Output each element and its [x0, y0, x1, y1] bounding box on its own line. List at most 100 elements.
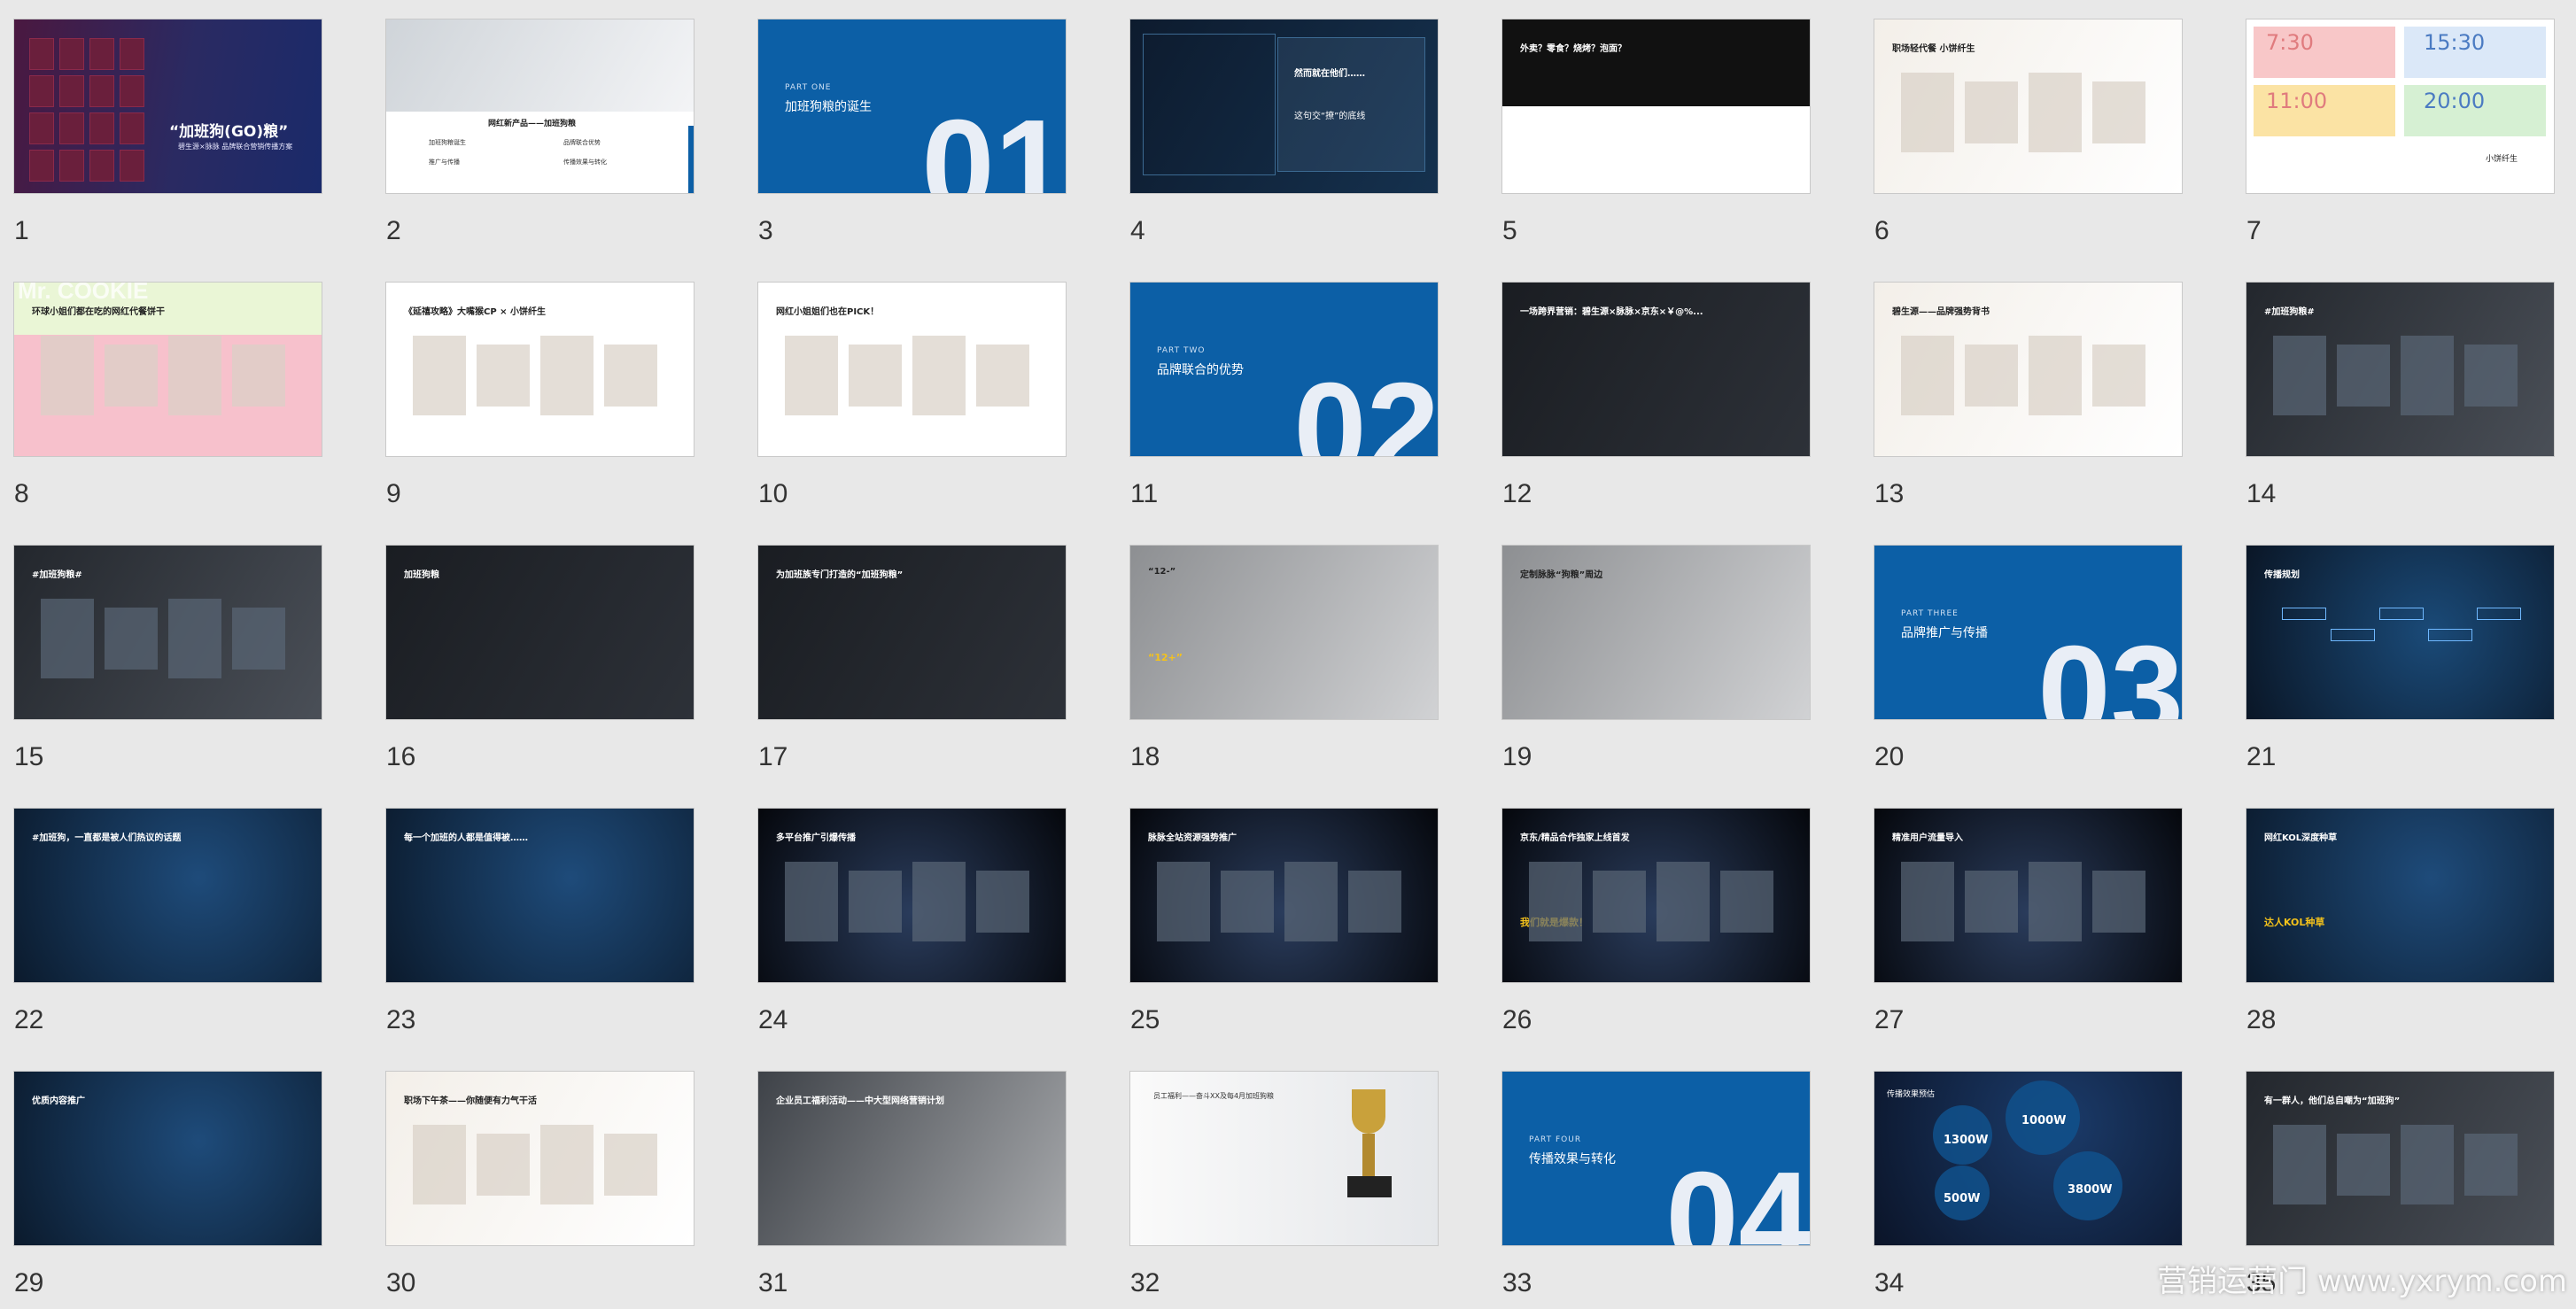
- slide-text: 定制脉脉“狗粮”周边: [1520, 570, 1603, 580]
- slide-thumbnail-12[interactable]: 一场跨界营销：碧生源×脉脉×京东×￥@%... 12: [1502, 283, 1810, 513]
- slide-preview: 加班狗粮: [386, 546, 694, 719]
- slide-text: 精准用户流量导入: [1892, 833, 1963, 843]
- slide-preview: 京东/精品合作独家上线首发我们就是爆款！: [1502, 809, 1810, 982]
- slide-thumbnail-19[interactable]: 定制脉脉“狗粮”周边 19: [1502, 546, 1810, 776]
- slide-text: 11:00: [2266, 89, 2328, 113]
- slide-number: 26: [1502, 1005, 1532, 1034]
- slide-preview: 精准用户流量导入: [1874, 809, 2182, 982]
- slide-thumbnail-5[interactable]: 外卖？零食？烧烤？泡面？ 5: [1502, 19, 1810, 250]
- slide-text: 传播效果与转化: [563, 159, 607, 166]
- slide-number: 1: [14, 216, 29, 245]
- slide-number: 12: [1502, 479, 1532, 508]
- slide-preview: 《延禧攻略》大嘴猴CP × 小饼纤生 Mr. COOKIE: [386, 283, 694, 456]
- slide-thumbnail-9[interactable]: 《延禧攻略》大嘴猴CP × 小饼纤生 Mr. COOKIE 9: [386, 283, 694, 513]
- slide-thumbnail-13[interactable]: 碧生源——品牌强势背书 13: [1874, 283, 2182, 513]
- slide-text: #加班狗粮#: [2264, 307, 2315, 317]
- slide-thumbnail-16[interactable]: 加班狗粮 16: [386, 546, 694, 776]
- slide-preview: 网红小姐姐们也在PICK！: [758, 283, 1066, 456]
- slide-text: 15:30: [2424, 30, 2486, 55]
- slide-number: 10: [758, 479, 788, 508]
- slide-preview: “12-” “12+”: [1130, 546, 1438, 719]
- slide-text: 02: [1293, 356, 1438, 457]
- slide-thumbnail-23[interactable]: 每一个加班的人都是值得被…… 23: [386, 809, 694, 1039]
- slide-thumbnail-4[interactable]: 然而就在他们…… 这句交“撩”的底线 4: [1130, 19, 1438, 250]
- slide-thumbnail-21[interactable]: 传播规划 21: [2246, 546, 2554, 776]
- slide-thumbnail-15[interactable]: #加班狗粮# 15: [14, 546, 322, 776]
- slide-thumbnail-32[interactable]: 员工福利——奋斗XX及每4月加班狗粮 32: [1130, 1072, 1438, 1302]
- slide-number: 14: [2246, 479, 2277, 508]
- slide-text: 03: [2037, 619, 2182, 720]
- slide-preview: 传播效果预估 1300W 1000W 500W 3800W: [1874, 1072, 2182, 1245]
- slide-text: 网红KOL深度种草: [2264, 833, 2338, 843]
- slide-number: 7: [2246, 216, 2262, 245]
- slide-preview: 多平台推广引爆传播: [758, 809, 1066, 982]
- slide-thumbnail-31[interactable]: 企业员工福利活动——中大型网络营销计划 31: [758, 1072, 1066, 1302]
- slide-thumbnail-25[interactable]: 脉脉全站资源强势推广 25: [1130, 809, 1438, 1039]
- slide-number: 6: [1874, 216, 1889, 245]
- slide-number: 33: [1502, 1268, 1532, 1297]
- slide-text: 传播效果与转化: [1529, 1152, 1616, 1166]
- slide-preview: 7:30 15:30 11:00 20:00 小饼纤生: [2246, 19, 2554, 193]
- slide-thumbnail-6[interactable]: 职场轻代餐 小饼纤生 6: [1874, 19, 2182, 250]
- slide-text: 推广与传播: [429, 159, 460, 166]
- slide-thumbnail-1[interactable]: “加班狗(GO)粮” 碧生源×脉脉 品牌联合营销传播方案 1: [14, 19, 322, 250]
- slide-text: 1000W: [2021, 1114, 2067, 1127]
- slide-preview: PART FOUR 传播效果与转化 04: [1502, 1072, 1810, 1245]
- slide-thumbnail-10[interactable]: 网红小姐姐们也在PICK！ 10: [758, 283, 1066, 513]
- slide-number: 27: [1874, 1005, 1905, 1034]
- slide-preview: 每一个加班的人都是值得被……: [386, 809, 694, 982]
- slide-number: 2: [386, 216, 401, 245]
- slide-preview: 网红KOL深度种草 达人KOL种草: [2246, 809, 2554, 982]
- slide-number: 9: [386, 479, 401, 508]
- site-watermark: 营销运营门 www.yxrym.com: [2157, 1264, 2567, 1299]
- slide-number: 3: [758, 216, 773, 245]
- slide-thumbnail-34[interactable]: 传播效果预估 1300W 1000W 500W 3800W 34: [1874, 1072, 2182, 1302]
- slide-text: 环球小姐们都在吃的网红代餐饼干: [32, 307, 165, 317]
- slide-thumbnail-29[interactable]: 优质内容推广 29: [14, 1072, 322, 1302]
- slide-thumbnail-14[interactable]: #加班狗粮# 14: [2246, 283, 2554, 513]
- slide-preview: “加班狗(GO)粮” 碧生源×脉脉 品牌联合营销传播方案: [14, 19, 322, 193]
- slide-thumbnail-18[interactable]: “12-” “12+” 18: [1130, 546, 1438, 776]
- slide-number: 16: [386, 742, 416, 771]
- slide-thumbnail-24[interactable]: 多平台推广引爆传播 24: [758, 809, 1066, 1039]
- slide-number: 17: [758, 742, 788, 771]
- slide-preview: PART THREE 品牌推广与传播 03: [1874, 546, 2182, 719]
- slide-preview: 然而就在他们…… 这句交“撩”的底线: [1130, 19, 1438, 193]
- slide-text: 01: [921, 93, 1066, 194]
- slide-text: 7:30: [2266, 30, 2314, 55]
- slide-thumbnail-7[interactable]: 7:30 15:30 11:00 20:00 小饼纤生 7: [2246, 19, 2554, 250]
- slide-number: 19: [1502, 742, 1532, 771]
- slide-preview: 一场跨界营销：碧生源×脉脉×京东×￥@%...: [1502, 283, 1810, 456]
- slide-text: 每一个加班的人都是值得被……: [404, 833, 528, 843]
- slide-text: PART ONE: [785, 83, 832, 92]
- slide-preview: #加班狗粮#: [2246, 283, 2554, 456]
- slide-number: 11: [1130, 479, 1159, 508]
- slide-thumbnail-8[interactable]: 环球小姐们都在吃的网红代餐饼干 Mr. COOKIE 8: [14, 283, 322, 513]
- slide-number: 23: [386, 1005, 416, 1034]
- slide-text: 3800W: [2068, 1183, 2113, 1197]
- slide-text: 有一群人，他们总自嘲为“加班狗”: [2264, 1096, 2401, 1106]
- slide-preview: 职场下午茶——你随便有力气干活: [386, 1072, 694, 1245]
- slide-thumbnail-11[interactable]: PART TWO 品牌联合的优势 02 11: [1130, 283, 1438, 513]
- slide-thumbnail-17[interactable]: 为加班族专门打造的“加班狗粮” 17: [758, 546, 1066, 776]
- slide-thumbnail-3[interactable]: PART ONE 加班狗粮的诞生 01 3: [758, 19, 1066, 250]
- slide-preview: 优质内容推广: [14, 1072, 322, 1245]
- slide-thumbnail-26[interactable]: 京东/精品合作独家上线首发我们就是爆款！ 26: [1502, 809, 1810, 1039]
- slide-thumbnail-2[interactable]: 网红新产品——加班狗粮 加班狗粮诞生 品牌联合优势 推广与传播 传播效果与转化 2: [386, 19, 694, 250]
- slide-text: PART TWO: [1157, 346, 1206, 355]
- slide-preview: 企业员工福利活动——中大型网络营销计划: [758, 1072, 1066, 1245]
- slide-number: 18: [1130, 742, 1160, 771]
- slide-preview: 脉脉全站资源强势推广: [1130, 809, 1438, 982]
- slide-number: 4: [1130, 216, 1145, 245]
- slide-text: 品牌联合的优势: [1157, 363, 1244, 377]
- slide-text: 《延禧攻略》大嘴猴CP × 小饼纤生: [404, 307, 547, 317]
- slide-thumbnail-20[interactable]: PART THREE 品牌推广与传播 03 20: [1874, 546, 2182, 776]
- slide-thumbnail-28[interactable]: 网红KOL深度种草 达人KOL种草 28: [2246, 809, 2554, 1039]
- slide-thumbnail-33[interactable]: PART FOUR 传播效果与转化 04 33: [1502, 1072, 1810, 1302]
- slide-thumbnail-30[interactable]: 职场下午茶——你随便有力气干活 30: [386, 1072, 694, 1302]
- slide-preview: PART ONE 加班狗粮的诞生 01: [758, 19, 1066, 193]
- slide-thumbnail-27[interactable]: 精准用户流量导入 27: [1874, 809, 2182, 1039]
- slide-number: 22: [14, 1005, 44, 1034]
- slide-text: 加班狗粮: [404, 570, 439, 580]
- slide-thumbnail-22[interactable]: #加班狗，一直都是被人们热议的话题 22: [14, 809, 322, 1039]
